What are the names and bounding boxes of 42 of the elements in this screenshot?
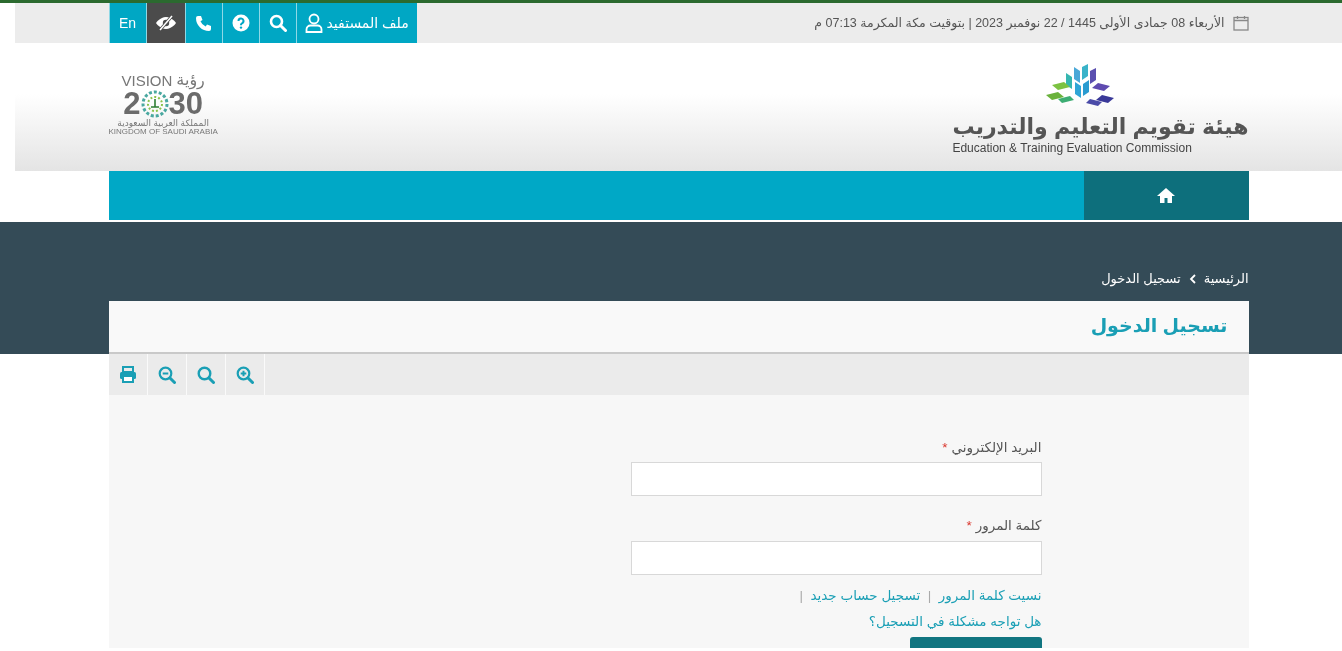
- phone-icon: [195, 14, 212, 32]
- home-icon: [1156, 187, 1176, 204]
- field-label: كلمة المرور: [975, 517, 1042, 536]
- zoom-in-icon: [235, 365, 254, 384]
- eye-slash-icon: [154, 15, 177, 31]
- breadcrumb-item: تسجيل الدخول: [1101, 270, 1181, 289]
- phone-button[interactable]: [184, 3, 222, 43]
- page-title: تسجيل الدخول: [1090, 315, 1228, 338]
- vision-word: VISION: [121, 73, 173, 88]
- breadcrumb-item[interactable]: الرئيسية: [1203, 269, 1249, 289]
- search-icon: [196, 365, 215, 384]
- year-digits: 30: [168, 88, 204, 119]
- accessibility-button[interactable]: [145, 3, 185, 43]
- emblem-icon: [140, 89, 169, 118]
- print-icon: [118, 366, 137, 383]
- chevron-icon: [1188, 274, 1196, 284]
- language-button[interactable]: En: [108, 3, 146, 43]
- brand-name: هيئة تقويم التعليم والتدريب: [952, 114, 1249, 140]
- link[interactable]: نسيت كلمة المرور: [938, 587, 1042, 603]
- separator: |: [798, 587, 804, 603]
- user-icon: [304, 13, 323, 33]
- search-icon: [268, 14, 287, 32]
- country-name-arabic: المملكة العربية السعودية: [117, 119, 209, 128]
- zoom-out-icon: [157, 365, 176, 384]
- date-text: الأربعاء 08 جمادى الأولى 1445 / 22 نوفمبر 2023 | بتوقيت مكة المكرمة 07:13 م: [814, 14, 1225, 33]
- profile-button[interactable]: ملف المستفيد: [295, 3, 417, 43]
- brand-subtitle: Education & Training Evaluation Commission: [952, 140, 1192, 158]
- separator: |: [926, 587, 933, 603]
- input-field[interactable]: [630, 540, 1042, 575]
- calendar-icon: [1232, 15, 1249, 31]
- year-digit: 2: [123, 88, 141, 119]
- input-field[interactable]: [630, 462, 1042, 497]
- help-icon: [231, 14, 250, 32]
- link[interactable]: هل تواجه مشكلة في التسجيل؟: [868, 613, 1042, 629]
- link[interactable]: تسجيل حساب جديد: [810, 587, 921, 603]
- home-button[interactable]: [1083, 171, 1249, 220]
- field-label: البريد الإلكتروني: [951, 439, 1042, 458]
- required-mark: *: [942, 439, 948, 457]
- vision-word-arabic: رؤية: [176, 72, 205, 88]
- search-button[interactable]: [258, 3, 296, 43]
- required-mark: *: [966, 517, 972, 536]
- country-name: KINGDOM OF SAUDI ARABIA: [108, 128, 218, 136]
